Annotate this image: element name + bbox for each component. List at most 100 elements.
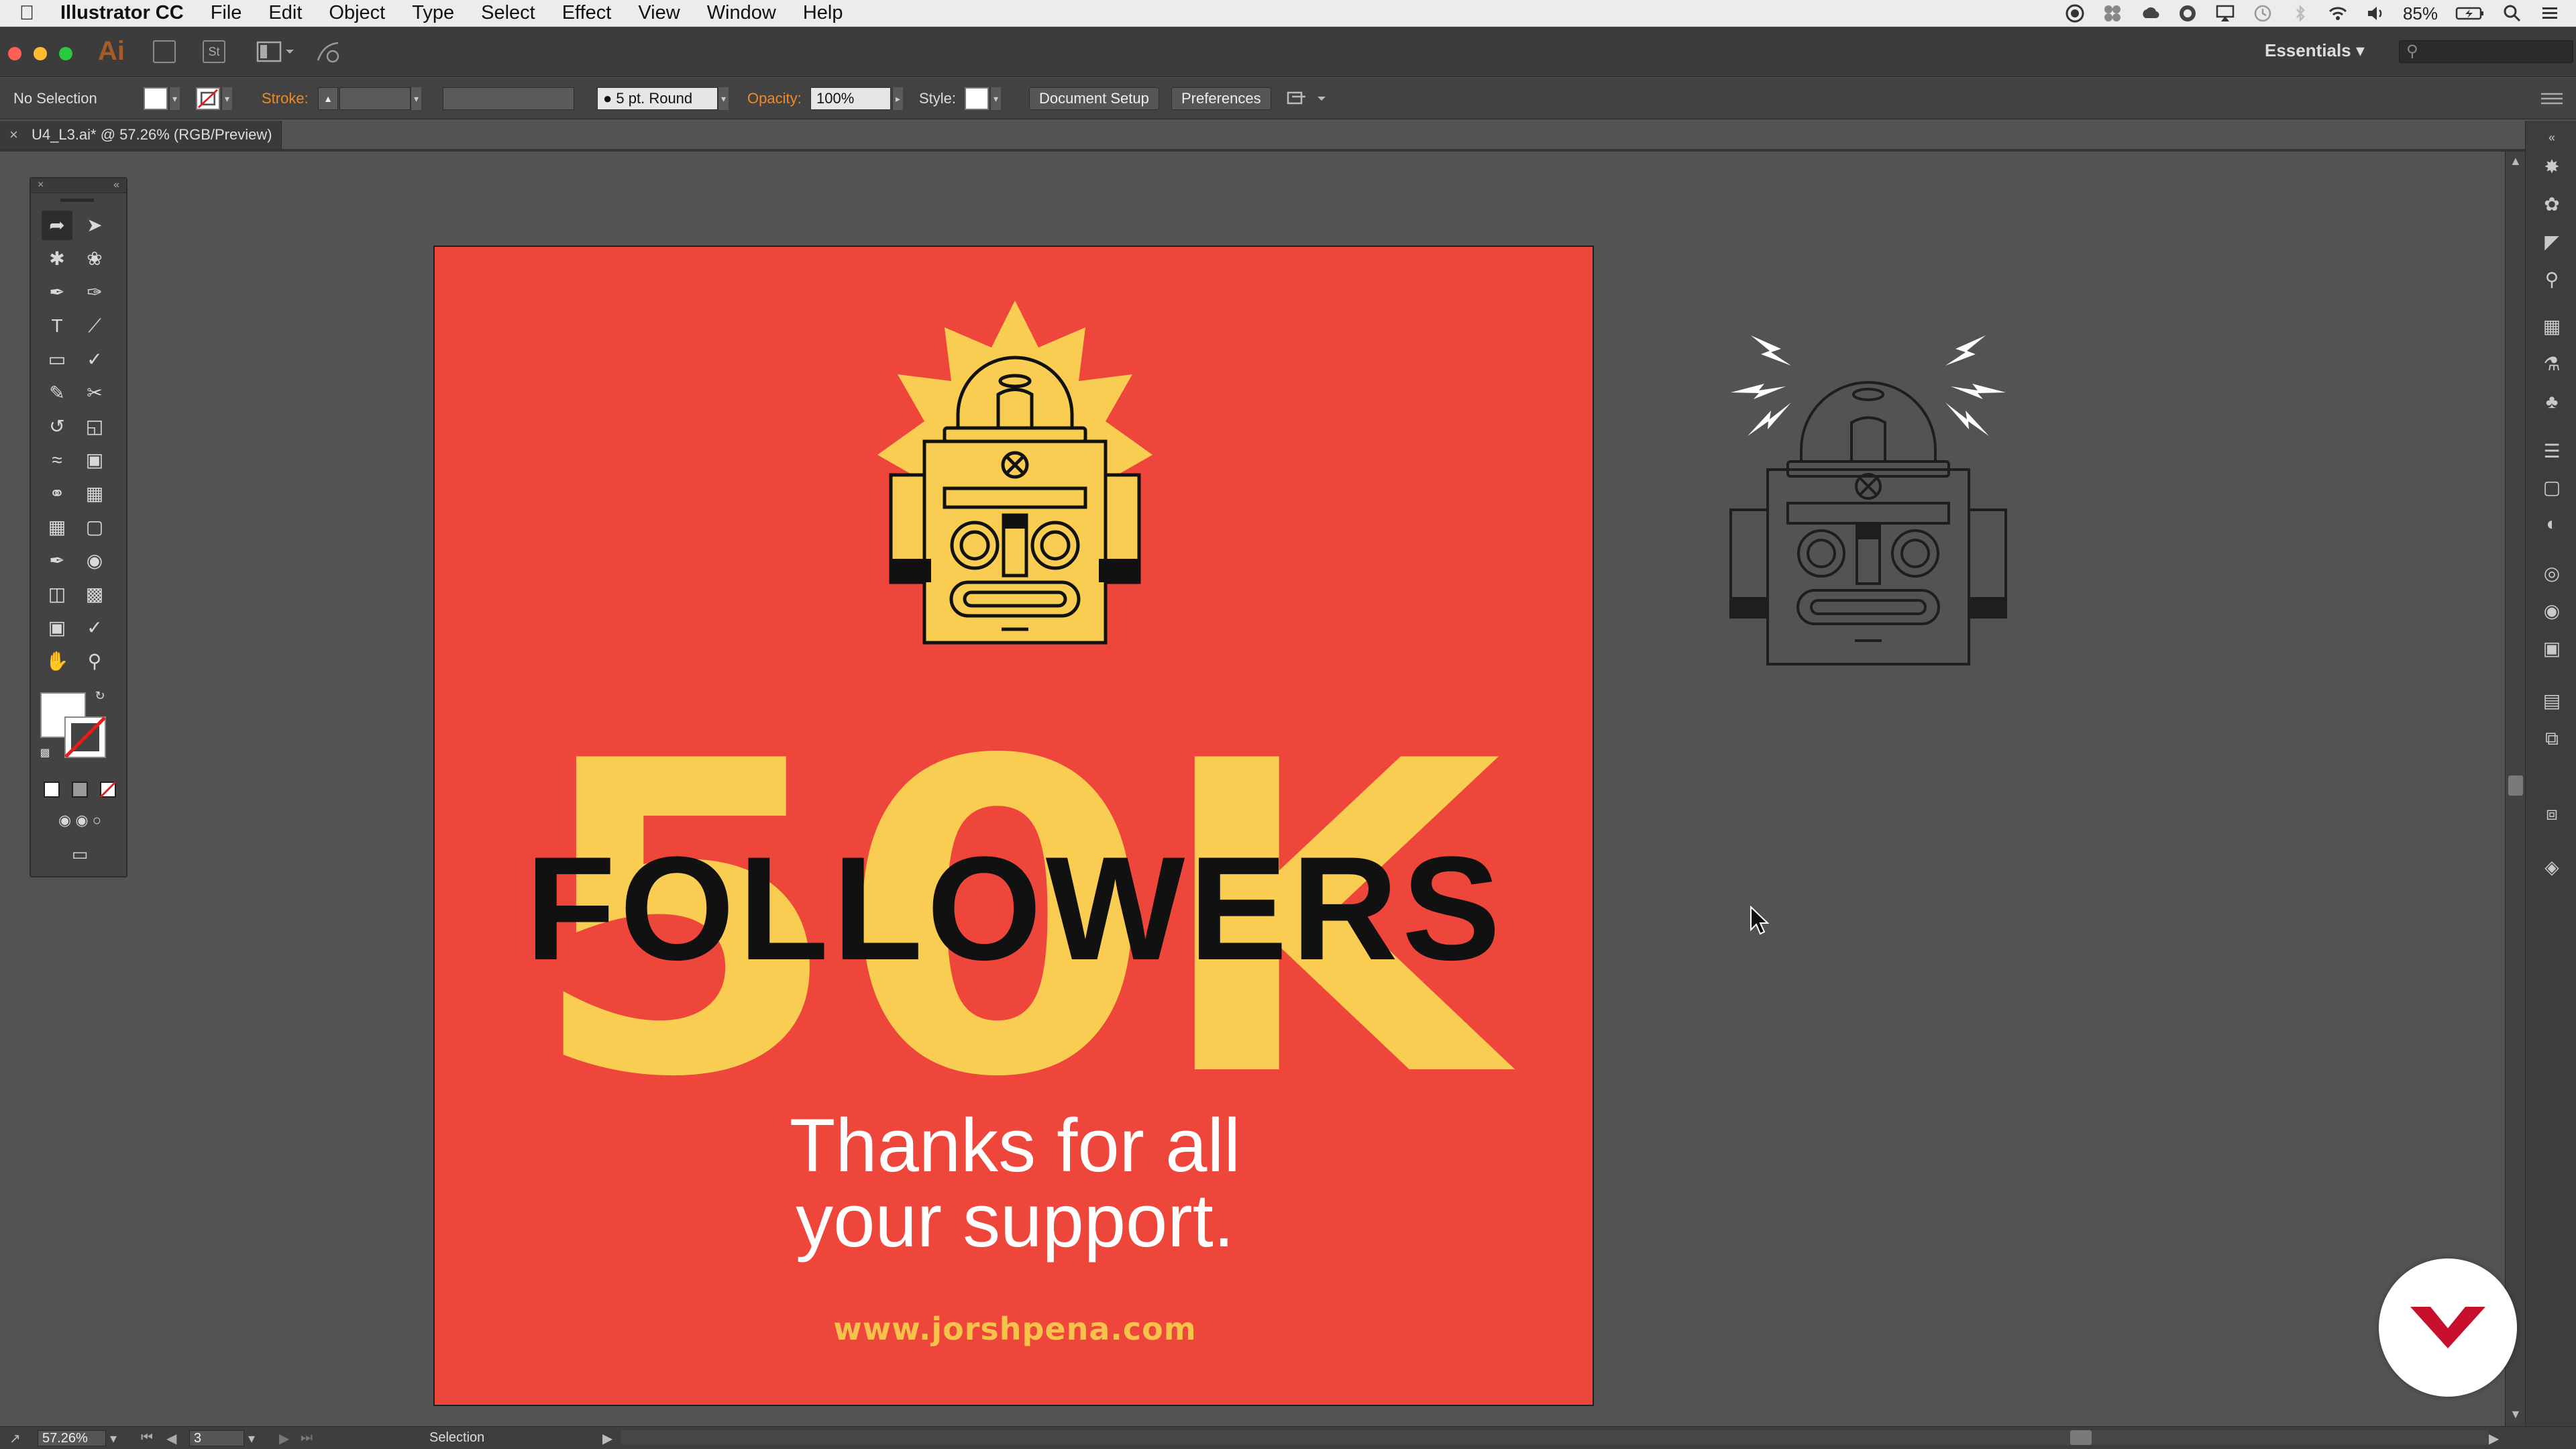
stroke-weight-dropdown[interactable]: ▾ bbox=[411, 87, 421, 110]
zoom-level-field[interactable]: 57.26% bbox=[38, 1430, 106, 1446]
transform-panel-icon[interactable]: ⧈ bbox=[2540, 802, 2563, 825]
stroke-weight-field[interactable] bbox=[339, 87, 411, 110]
artboard-tool-icon[interactable]: ▣ bbox=[42, 613, 72, 643]
blend-tool-icon[interactable]: ◉ bbox=[79, 546, 110, 576]
stroke-swatch[interactable] bbox=[196, 87, 220, 110]
previous-artboard-icon[interactable]: ◀ bbox=[166, 1430, 176, 1447]
next-artboard-icon[interactable]: ▶ bbox=[279, 1430, 289, 1447]
menu-edit[interactable]: Edit bbox=[255, 2, 315, 24]
gradient-tool-icon[interactable]: ▢ bbox=[79, 513, 110, 542]
vertical-scrollbar[interactable]: ▲ ▼ bbox=[2505, 152, 2525, 1426]
eyedropper-tool-icon[interactable]: ✒ bbox=[42, 546, 72, 576]
direct-selection-tool-icon[interactable]: ➤ bbox=[79, 211, 110, 240]
brush-dropdown[interactable]: ▾ bbox=[718, 87, 729, 110]
record-icon[interactable] bbox=[2065, 3, 2085, 23]
tools-panel-header[interactable]: × « bbox=[31, 178, 126, 193]
variable-width-profile[interactable] bbox=[443, 87, 574, 110]
menu-file[interactable]: File bbox=[197, 2, 256, 24]
menu-view[interactable]: View bbox=[625, 2, 693, 24]
share-icon[interactable]: ↗ bbox=[9, 1430, 21, 1447]
battery-icon[interactable] bbox=[2455, 3, 2485, 23]
zoom-window-button[interactable] bbox=[59, 47, 72, 60]
notification-center-icon[interactable] bbox=[2540, 3, 2560, 23]
sync-icon[interactable] bbox=[2178, 3, 2198, 23]
symbol-sprayer-tool-icon[interactable]: ◫ bbox=[42, 580, 72, 609]
last-artboard-icon[interactable]: ⏭ bbox=[301, 1430, 313, 1446]
scroll-right-arrow[interactable]: ▶ bbox=[2489, 1430, 2499, 1447]
workspace-switcher[interactable]: Essentials ▾ bbox=[2265, 40, 2365, 61]
asset-export-panel-icon[interactable]: ◉ bbox=[2540, 600, 2563, 623]
artboards-panel-icon[interactable]: ▣ bbox=[2540, 637, 2563, 660]
slice-tool-icon[interactable]: ✓ bbox=[79, 613, 110, 643]
fill-swatch[interactable] bbox=[144, 87, 168, 110]
collapse-panel-icon[interactable]: « bbox=[113, 178, 119, 193]
graphic-style-dropdown[interactable]: ▾ bbox=[990, 87, 1001, 110]
status-menu-arrow[interactable]: ▶ bbox=[602, 1430, 612, 1447]
swatches-panel-icon[interactable]: ◤ bbox=[2540, 231, 2563, 254]
collapse-dock-icon[interactable]: « bbox=[2540, 126, 2563, 149]
arrange-options-icon[interactable] bbox=[1285, 87, 1332, 110]
type-tool-icon[interactable]: T bbox=[42, 311, 72, 341]
stroke-panel-icon[interactable]: ☰ bbox=[2540, 440, 2563, 463]
arrange-documents-icon[interactable] bbox=[256, 40, 297, 63]
bluetooth-icon[interactable] bbox=[2290, 3, 2310, 23]
minimize-window-button[interactable] bbox=[34, 47, 47, 60]
lasso-tool-icon[interactable]: ❀ bbox=[79, 244, 110, 274]
magic-wand-tool-icon[interactable]: ✱ bbox=[42, 244, 72, 274]
mesh-tool-icon[interactable]: ▦ bbox=[42, 513, 72, 542]
creative-cloud-icon[interactable] bbox=[2140, 3, 2160, 23]
time-machine-icon[interactable] bbox=[2253, 3, 2273, 23]
menu-object[interactable]: Object bbox=[315, 2, 398, 24]
vertical-scroll-thumb[interactable] bbox=[2508, 775, 2523, 796]
menu-effect[interactable]: Effect bbox=[549, 2, 625, 24]
color-panel-icon[interactable]: ✸ bbox=[2540, 156, 2563, 178]
screen-mode-icon[interactable]: ▭ bbox=[64, 843, 95, 865]
stroke-weight-stepper[interactable]: ▲ bbox=[318, 87, 338, 110]
scissors-tool-icon[interactable]: ✂ bbox=[79, 378, 110, 408]
panel-menu-icon[interactable] bbox=[2538, 87, 2565, 110]
menu-window[interactable]: Window bbox=[694, 2, 790, 24]
artboard[interactable]: 50K FOLLOWERS Thanks for all your suppor… bbox=[433, 246, 1594, 1406]
close-window-button[interactable] bbox=[8, 47, 21, 60]
width-tool-icon[interactable]: ≈ bbox=[42, 445, 72, 475]
rotate-tool-icon[interactable]: ↺ bbox=[42, 412, 72, 441]
zoom-tool-icon[interactable]: ⚲ bbox=[79, 647, 110, 676]
panel-grip[interactable] bbox=[60, 199, 94, 202]
document-tab[interactable]: × U4_L3.ai* @ 57.26% (RGB/Preview) bbox=[0, 121, 282, 149]
volume-icon[interactable] bbox=[2365, 3, 2385, 23]
spotlight-icon[interactable] bbox=[2502, 3, 2522, 23]
transparency-panel-icon[interactable]: ◐ bbox=[2540, 513, 2563, 535]
column-graph-tool-icon[interactable]: ▩ bbox=[79, 580, 110, 609]
opacity-field[interactable]: 100% bbox=[810, 87, 891, 110]
layers-panel-icon[interactable]: ◈ bbox=[2540, 856, 2563, 879]
app-menu[interactable]: Illustrator CC bbox=[54, 2, 197, 24]
horizontal-scroll-thumb[interactable] bbox=[2070, 1430, 2092, 1445]
curvature-tool-icon[interactable]: ✑ bbox=[79, 278, 110, 307]
first-artboard-icon[interactable]: ⏮ bbox=[141, 1430, 153, 1446]
scroll-down-arrow[interactable]: ▼ bbox=[2510, 1407, 2522, 1421]
pinwheel-icon[interactable] bbox=[2102, 3, 2123, 23]
pen-tool-icon[interactable]: ✒ bbox=[42, 278, 72, 307]
scale-tool-icon[interactable]: ◱ bbox=[79, 412, 110, 441]
rectangle-tool-icon[interactable]: ▭ bbox=[42, 345, 72, 374]
pasteboard-robot-illustration[interactable] bbox=[1724, 329, 2012, 671]
menu-help[interactable]: Help bbox=[790, 2, 857, 24]
paintbrush-tool-icon[interactable]: ✓ bbox=[79, 345, 110, 374]
artboard-dropdown-icon[interactable]: ▾ bbox=[248, 1430, 255, 1447]
default-fill-stroke-icon[interactable]: ▩ bbox=[35, 743, 55, 763]
opacity-label[interactable]: Opacity: bbox=[747, 87, 802, 110]
free-transform-tool-icon[interactable]: ▣ bbox=[79, 445, 110, 475]
color-guide-panel-icon[interactable]: ✿ bbox=[2540, 193, 2563, 216]
graphic-style-swatch[interactable] bbox=[965, 87, 989, 110]
pencil-tool-icon[interactable]: ✎ bbox=[42, 378, 72, 408]
symbols-panel-icon[interactable]: ▦ bbox=[2540, 315, 2563, 338]
scroll-up-arrow[interactable]: ▲ bbox=[2510, 154, 2522, 168]
drawing-modes-icon[interactable]: ◉ ◉ ○ bbox=[42, 809, 118, 832]
color-mode-buttons[interactable] bbox=[42, 780, 118, 800]
pathfinder-panel-icon[interactable]: ⧉ bbox=[2540, 727, 2563, 750]
graphic-styles-panel-icon[interactable]: ⚗ bbox=[2540, 353, 2563, 376]
gpu-performance-icon[interactable] bbox=[315, 40, 342, 64]
fill-dropdown[interactable]: ▾ bbox=[169, 87, 180, 110]
stock-button[interactable]: St bbox=[203, 40, 225, 63]
menu-select[interactable]: Select bbox=[468, 2, 549, 24]
